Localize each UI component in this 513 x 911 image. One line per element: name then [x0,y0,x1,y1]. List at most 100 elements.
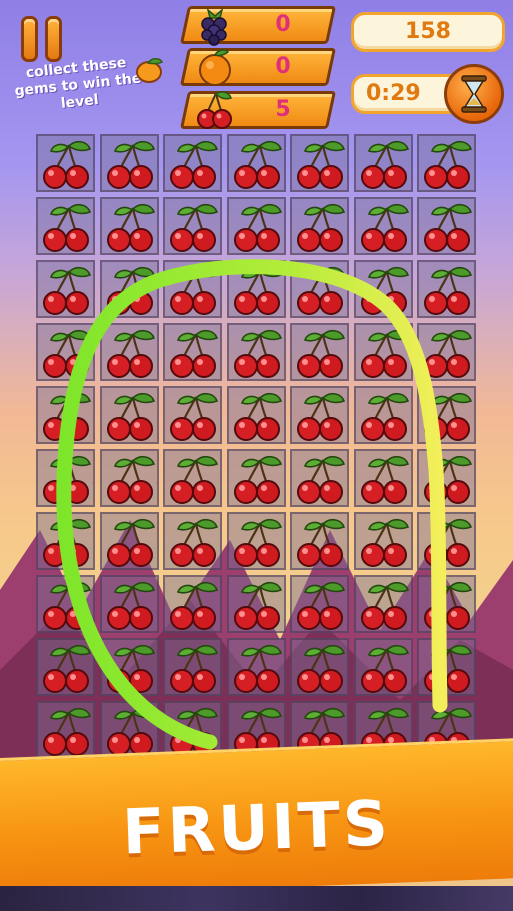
cherry-tile-icon [43,329,92,378]
board-cell[interactable] [163,449,222,507]
board-cell[interactable] [163,386,222,444]
board-cell[interactable] [36,701,95,759]
board-cell[interactable] [99,260,159,318]
board-cell[interactable] [353,134,413,192]
cherry-tile-icon [360,140,409,189]
cherry-tile-icon [170,203,219,252]
board-cell[interactable] [36,575,95,633]
board-cell[interactable] [226,134,286,192]
board-cell[interactable] [163,260,222,318]
board-cell[interactable] [163,323,222,381]
board-cell[interactable] [36,386,95,444]
board-cell[interactable] [99,449,159,507]
board-cell[interactable] [353,197,413,255]
goal-orange: 0 [179,48,337,86]
cherry-tile-icon [106,329,155,378]
board-cell[interactable] [36,512,95,570]
cherry-tile-icon [424,581,473,630]
goal-count-cherry: 5 [275,97,291,122]
board-cell[interactable] [226,323,286,381]
board-cell[interactable] [36,323,95,381]
board-cell[interactable] [353,323,413,381]
cherry-tile-icon [424,203,473,252]
board-cell[interactable] [36,134,95,192]
board-cell[interactable] [99,638,159,696]
board-cell[interactable] [417,323,476,381]
board-cell[interactable] [226,197,286,255]
goal-cherry: 5 [179,91,337,129]
board-cell[interactable] [353,575,413,633]
board-cell[interactable] [417,197,476,255]
board-cell[interactable] [99,323,159,381]
cherry-tile-icon [233,581,282,630]
board-cell[interactable] [226,638,286,696]
cherry-tile-icon [106,266,155,315]
board-cell[interactable] [417,260,476,318]
cherry-icon [197,91,232,129]
cherry-tile-icon [297,392,346,441]
board-cell[interactable] [99,386,159,444]
board-cell[interactable] [353,449,413,507]
board-cell[interactable] [226,386,286,444]
board-cell[interactable] [353,512,413,570]
board-cell[interactable] [290,449,349,507]
cherry-tile-icon [43,455,92,504]
goal-count-blackberry: 0 [275,12,291,37]
board-cell[interactable] [290,512,349,570]
board-cell[interactable] [99,197,159,255]
cherry-tile-icon [170,518,219,567]
board-cell[interactable] [290,260,349,318]
cherry-tile-icon [360,266,409,315]
cherry-tile-icon [233,455,282,504]
cherry-tile-icon [424,329,473,378]
board-cell[interactable] [290,386,349,444]
board-cell[interactable] [290,134,349,192]
cherry-tile-icon [43,266,92,315]
board-cell[interactable] [417,512,476,570]
board-cell[interactable] [226,260,286,318]
cherry-tile-icon [360,392,409,441]
board-cell[interactable] [99,134,159,192]
board-cell[interactable] [36,197,95,255]
cherry-tile-icon [233,518,282,567]
score-value: 158 [405,19,451,44]
board-cell[interactable] [353,386,413,444]
board-cell[interactable] [99,575,159,633]
board-cell[interactable] [290,197,349,255]
board-cell[interactable] [290,638,349,696]
cherry-tile-icon [360,518,409,567]
cherry-tile-icon [106,581,155,630]
board-cell[interactable] [163,197,222,255]
cherry-tile-icon [360,203,409,252]
cherry-tile-icon [424,455,473,504]
board-cell[interactable] [163,575,222,633]
timer-value: 0:29 [366,81,421,106]
pause-button[interactable] [16,14,66,64]
board-cell[interactable] [417,638,476,696]
board-cell[interactable] [226,512,286,570]
cherry-tile-icon [424,392,473,441]
board-cell[interactable] [417,575,476,633]
board-cell[interactable] [417,386,476,444]
board-cell[interactable] [353,638,413,696]
hourglass-button[interactable] [444,64,504,124]
cherry-tile-icon [297,329,346,378]
board-cell[interactable] [36,449,95,507]
bottom-strip [0,886,513,911]
board-cell[interactable] [36,638,95,696]
board-cell[interactable] [226,575,286,633]
board-cell[interactable] [290,575,349,633]
cherry-tile-icon [297,644,346,693]
board-cell[interactable] [99,701,159,759]
board-cell[interactable] [353,260,413,318]
board-cell[interactable] [417,449,476,507]
board-cell[interactable] [163,134,222,192]
board-cell[interactable] [290,323,349,381]
board-cell[interactable] [163,512,222,570]
board-cell[interactable] [417,134,476,192]
board-cell[interactable] [226,449,286,507]
board-cell[interactable] [36,260,95,318]
cherry-tile-icon [233,329,282,378]
board-cell[interactable] [99,512,159,570]
board-cell[interactable] [163,638,222,696]
